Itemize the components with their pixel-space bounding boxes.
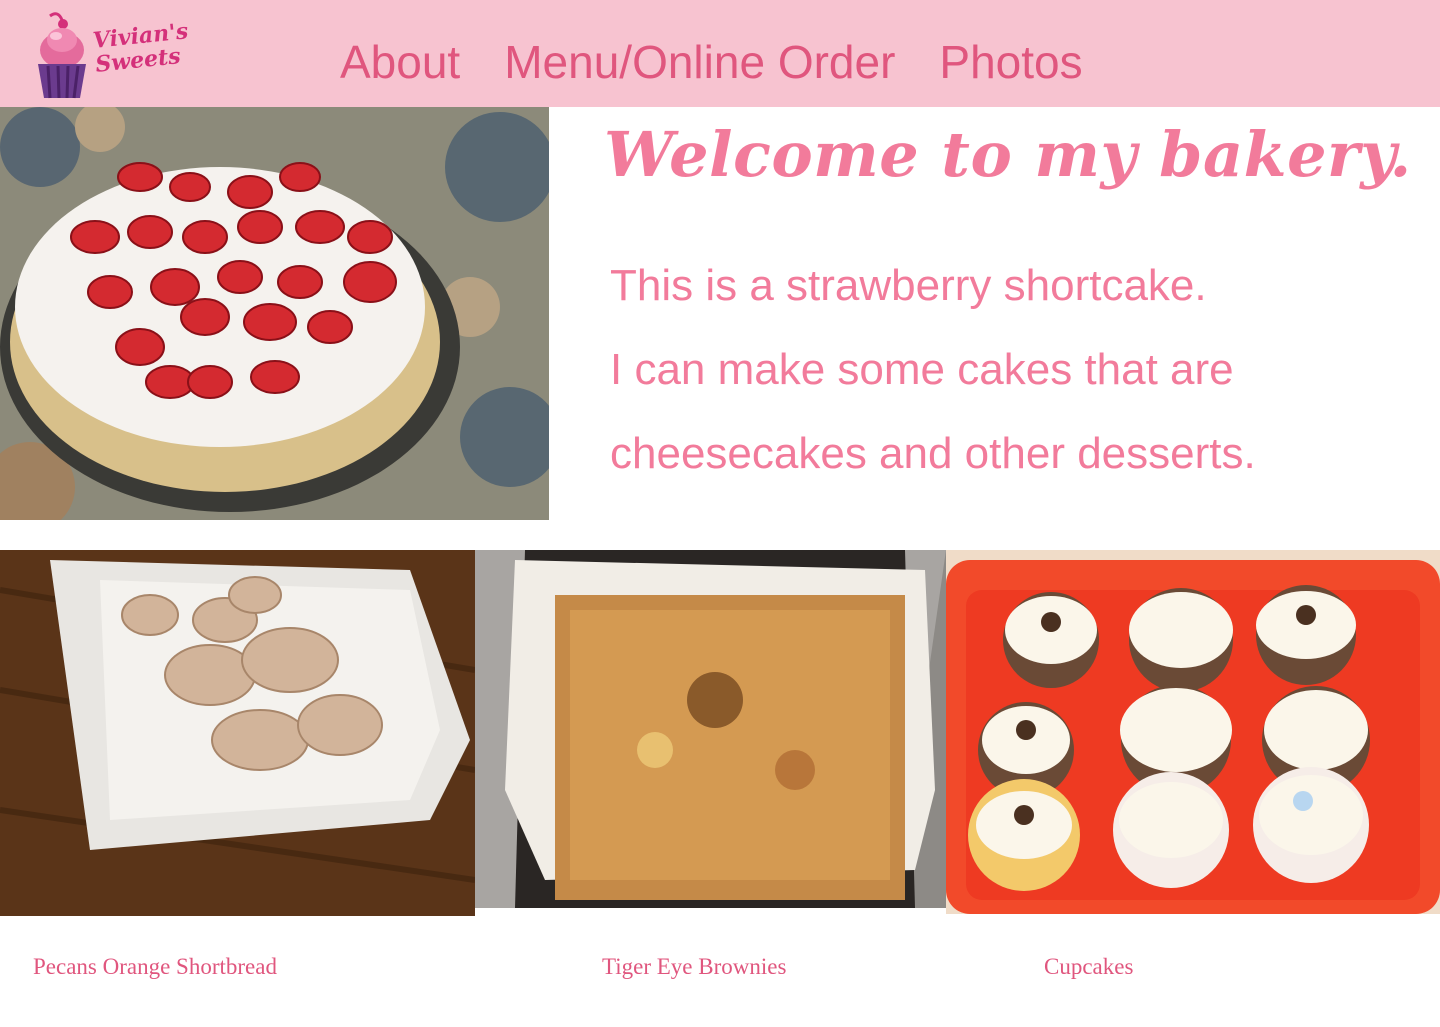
shortbread-photo [0,550,475,916]
site-logo[interactable]: Vivian's Sweets [34,10,204,102]
nav-photos[interactable]: Photos [939,34,1082,90]
strawberry-shortcake-photo [0,107,549,520]
logo-wordmark: Vivian's Sweets [92,18,192,78]
hero-description: This is a strawberry shortcake. I can ma… [610,244,1410,496]
caption-brownies: Tiger Eye Brownies [602,954,787,979]
hero-line-3: cheesecakes and other desserts. [610,429,1256,478]
caption-shortbread: Pecans Orange Shortbread [33,954,277,979]
cupcakes-photo [946,550,1440,914]
site-header: Vivian's Sweets About Menu/Online Order … [0,0,1440,107]
main-nav: About Menu/Online Order Photos [340,34,1083,90]
brownies-photo [475,550,946,908]
hero-line-1: This is a strawberry shortcake. [610,261,1207,310]
hero-line-2: I can make some cakes that are [610,345,1234,394]
nav-about[interactable]: About [340,34,460,90]
caption-cupcakes: Cupcakes [1044,954,1134,979]
cupcake-logo-icon [38,12,86,99]
welcome-heading: Welcome to my bakery. [604,118,1412,191]
nav-menu-online-order[interactable]: Menu/Online Order [504,34,895,90]
